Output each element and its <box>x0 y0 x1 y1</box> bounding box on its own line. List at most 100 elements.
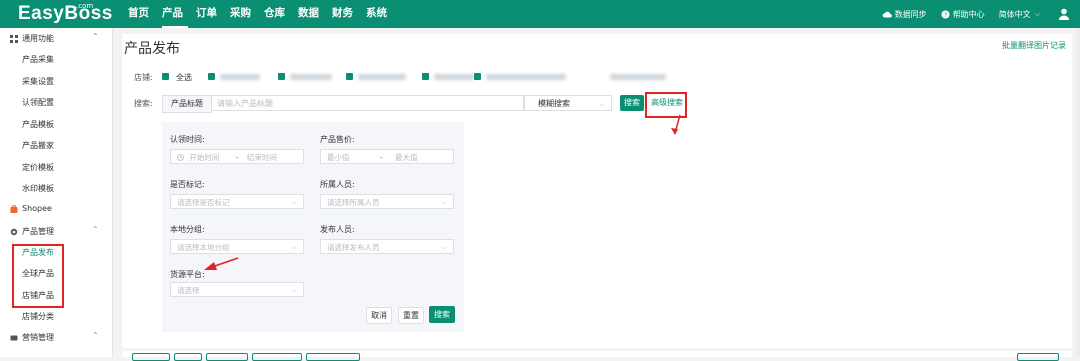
chevron-down-icon: ⌵ <box>291 286 297 294</box>
toolbar-button[interactable] <box>206 353 248 361</box>
start-time-placeholder: 开始时间 <box>189 153 220 162</box>
local-group-label: 本地分组: <box>170 225 205 234</box>
chevron-down-icon: ⌵ <box>291 198 297 206</box>
nav-orders[interactable]: 订单 <box>196 0 230 28</box>
nav-product[interactable]: 产品 <box>162 0 188 28</box>
nav-finance[interactable]: 财务 <box>332 0 366 28</box>
svg-text:?: ? <box>944 12 947 19</box>
chevron-down-icon: ⌵ <box>291 243 297 251</box>
cancel-button[interactable]: 取消 <box>366 307 392 324</box>
help-center-label: 帮助中心 <box>952 9 985 19</box>
sidebar-item-collect-settings[interactable]: 采集设置 <box>22 76 54 87</box>
toolbar-button[interactable] <box>1017 353 1059 361</box>
marked-select[interactable]: 请选择是否标记 ⌵ <box>170 194 304 209</box>
sidebar-group-common[interactable]: 通用功能 <box>10 33 54 44</box>
panel-search-button[interactable]: 搜索 <box>429 306 455 323</box>
store-name-redacted <box>486 74 566 80</box>
chevron-up-icon[interactable]: ⌃ <box>92 331 99 340</box>
chevron-up-icon[interactable]: ⌃ <box>92 32 99 41</box>
nav-home[interactable]: 首页 <box>128 0 162 28</box>
publisher-label: 发布人员: <box>320 225 355 234</box>
sidebar-shopee-label: Shopee <box>22 204 52 213</box>
sidebar-item-product-template[interactable]: 产品模板 <box>22 119 54 130</box>
max-placeholder: 最大值 <box>395 153 418 162</box>
search-button[interactable]: 搜索 <box>620 95 644 111</box>
select-all-label: 全选 <box>176 73 192 82</box>
sidebar-group-label: 产品管理 <box>22 227 54 236</box>
sidebar-group-shopee[interactable]: Shopee <box>10 204 52 213</box>
sidebar-item-store-category[interactable]: 店铺分类 <box>22 311 54 322</box>
top-right-menu: 数据同步 ? 帮助中心 简体中文 ⌵ <box>868 0 1070 28</box>
logo-suffix: .com <box>76 2 94 10</box>
top-navbar: EasyBoss .com 首页 产品 订单 采购 仓库 数据 财务 系统 数据… <box>0 0 1080 28</box>
source-platform-select[interactable]: 请选择 ⌵ <box>170 282 304 297</box>
publisher-select[interactable]: 请选择发布人员 ⌵ <box>320 239 454 254</box>
sidebar-group-marketing[interactable]: 营销管理 <box>10 332 54 343</box>
batch-translate-link[interactable]: 批量翻译图片记录 <box>1002 40 1066 51</box>
toolbar-button[interactable] <box>252 353 302 361</box>
sidebar-group-label: 营销管理 <box>22 333 54 342</box>
user-icon[interactable] <box>1058 8 1070 20</box>
store-checkbox[interactable] <box>346 73 353 80</box>
publisher-placeholder: 请选择发布人员 <box>327 243 380 252</box>
marked-placeholder: 请选择是否标记 <box>177 198 230 207</box>
grid-icon <box>10 34 18 43</box>
nav-purchase[interactable]: 采购 <box>230 0 264 28</box>
nav-warehouse[interactable]: 仓库 <box>264 0 298 28</box>
advanced-search-panel: 认领时间: 开始时间 - 结束时间 产品售价: 最小值 - 最大值 是否标记: … <box>162 122 464 332</box>
scrollbar[interactable] <box>1076 28 1080 357</box>
help-icon: ? <box>941 9 950 19</box>
search-mode-label: 模糊搜索 <box>538 99 570 108</box>
logo: EasyBoss <box>18 3 113 24</box>
store-checkbox[interactable] <box>278 73 285 80</box>
search-field-select[interactable]: 产品标题 <box>162 95 212 113</box>
chevron-up-icon[interactable]: ⌃ <box>92 225 99 234</box>
sidebar-item-pricing-template[interactable]: 定价模板 <box>22 162 54 173</box>
owner-select[interactable]: 请选择所属人员 ⌵ <box>320 194 454 209</box>
sidebar-item-product-move[interactable]: 产品搬家 <box>22 140 54 151</box>
local-group-select[interactable]: 请选择本地分组 ⌵ <box>170 239 304 254</box>
store-checkbox[interactable] <box>422 73 429 80</box>
sidebar-group-product[interactable]: 产品管理 <box>10 226 54 237</box>
page-title: 产品发布 <box>124 41 180 57</box>
marked-label: 是否标记: <box>170 180 205 189</box>
help-center-link[interactable]: ? 帮助中心 <box>941 9 985 20</box>
toolbar-button[interactable] <box>174 353 202 361</box>
toolbar-button[interactable] <box>132 353 170 361</box>
store-name-redacted <box>290 74 332 80</box>
owner-label: 所属人员: <box>320 180 355 189</box>
search-mode-select[interactable]: 模糊搜索 ⌵ <box>524 95 612 111</box>
chevron-down-icon: ⌵ <box>441 198 447 206</box>
main-nav: 首页 产品 订单 采购 仓库 数据 财务 系统 <box>128 0 400 28</box>
store-name-redacted <box>220 74 260 80</box>
store-checkbox[interactable] <box>208 73 215 80</box>
min-placeholder: 最小值 <box>327 153 350 162</box>
language-select[interactable]: 简体中文 ⌵ <box>999 9 1040 20</box>
claim-time-range[interactable]: 开始时间 - 结束时间 <box>170 149 304 164</box>
reset-button[interactable]: 重置 <box>398 307 424 324</box>
toolbar-button[interactable] <box>306 353 360 361</box>
nav-system[interactable]: 系统 <box>366 0 400 28</box>
data-sync-link[interactable]: 数据同步 <box>882 9 927 20</box>
local-group-placeholder: 请选择本地分组 <box>177 243 230 252</box>
owner-placeholder: 请选择所属人员 <box>327 198 380 207</box>
store-checkbox[interactable] <box>474 73 481 80</box>
search-label: 搜索: <box>134 99 153 108</box>
megaphone-icon <box>10 335 18 340</box>
range-separator: - <box>235 153 239 162</box>
price-range[interactable]: 最小值 - 最大值 <box>320 149 454 164</box>
search-input[interactable]: 请输入产品标题 <box>211 95 524 111</box>
end-time-placeholder: 结束时间 <box>246 153 277 162</box>
source-platform-label: 货源平台: <box>170 270 205 279</box>
highlight-box-sidebar <box>12 244 64 308</box>
gear-icon <box>10 228 18 235</box>
results-toolbar-partial <box>122 351 1072 361</box>
claim-time-label: 认领时间: <box>170 135 205 144</box>
select-all-checkbox[interactable] <box>162 73 169 80</box>
sidebar-item-watermark-template[interactable]: 水印模板 <box>22 183 54 194</box>
range-separator: - <box>379 153 383 162</box>
nav-data[interactable]: 数据 <box>298 0 332 28</box>
store-name-redacted <box>434 74 474 80</box>
sidebar-item-product-collect[interactable]: 产品采集 <box>22 54 54 65</box>
sidebar-item-claim-config[interactable]: 认领配置 <box>22 97 54 108</box>
